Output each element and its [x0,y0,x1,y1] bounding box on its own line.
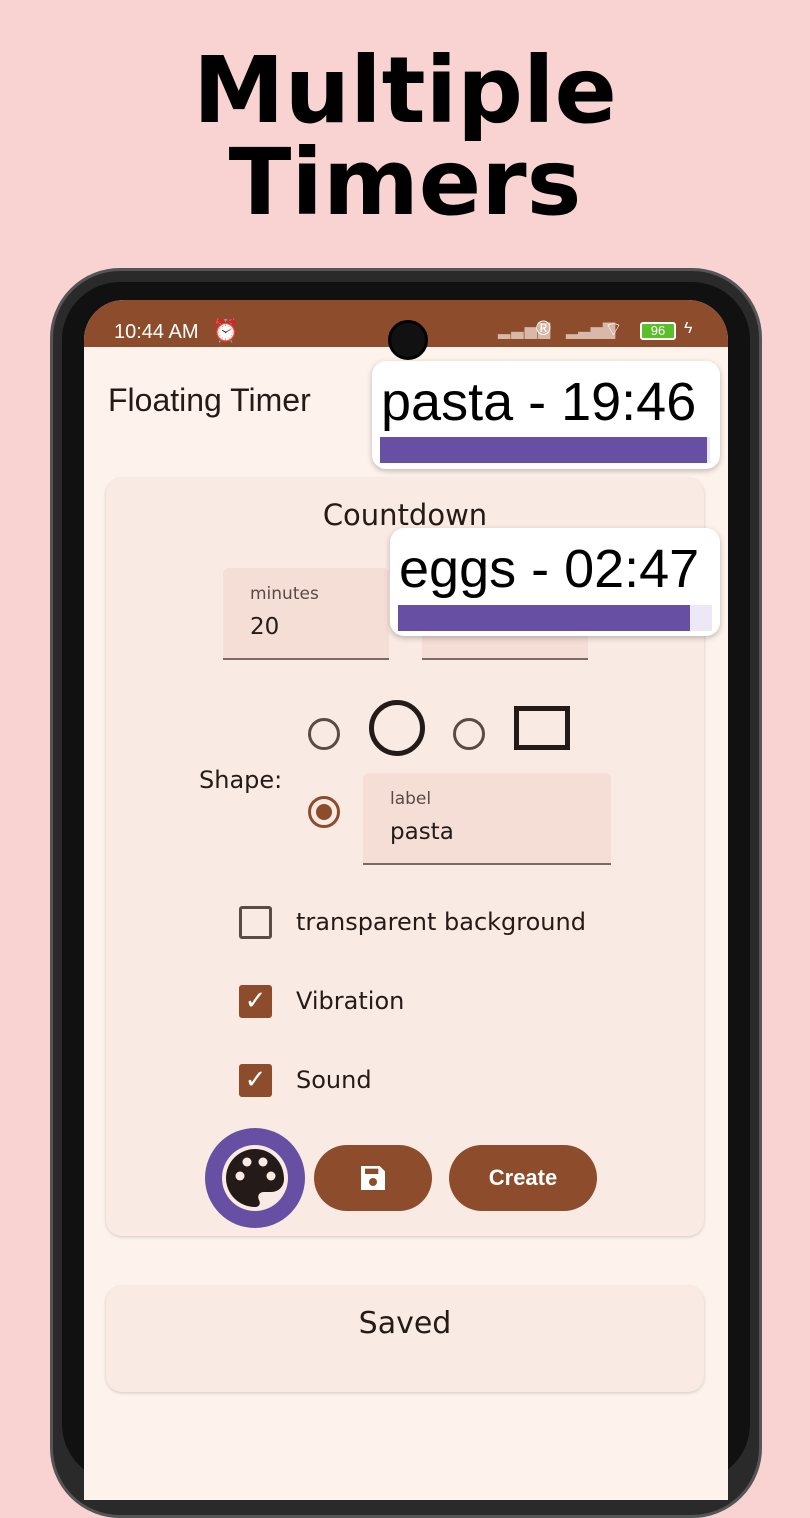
headline: Multiple Timers [0,45,810,229]
label-field-label: label [390,789,432,809]
sound-checkbox[interactable]: ✓ [239,1064,272,1097]
camera-cutout [388,320,428,360]
charging-icon: ϟ [684,320,693,337]
app-title: Floating Timer [108,382,311,418]
minutes-label: minutes [250,584,319,604]
rectangle-shape-icon [514,706,570,750]
shape-circle-radio[interactable] [308,718,340,750]
floating-timer-pasta[interactable]: pasta - 19:46 [372,361,720,469]
saved-title: Saved [358,1306,452,1341]
screen: 10:44 AM ⏰ ▂▃▅▇ ® ▂▃▅▇ ⌔ 96 ϟ Floating T… [84,300,728,1500]
headline-line1: Multiple [193,37,617,144]
floating-timer-text: pasta - 19:46 [381,372,697,432]
sound-label: Sound [296,1066,372,1094]
progress-bar [398,605,712,631]
wifi-icon: ⌔ [604,319,623,341]
headline-line2: Timers [228,129,582,236]
vibration-label: Vibration [296,987,405,1015]
shape-label: Shape: [199,766,283,794]
floating-timer-eggs[interactable]: eggs - 02:47 [390,528,720,636]
save-icon [361,1166,385,1190]
roaming-icon: ® [536,318,551,340]
shape-label-radio[interactable] [308,796,340,828]
transparent-background-checkbox[interactable] [239,906,272,939]
progress-fill [380,437,707,463]
battery-icon: 96 [640,322,676,340]
shape-rectangle-radio[interactable] [453,718,485,750]
label-input[interactable]: label pasta [363,773,611,865]
label-field-value: pasta [390,819,454,845]
status-time: 10:44 AM [114,321,199,343]
create-button[interactable]: Create [449,1145,597,1211]
color-picker-button[interactable] [205,1128,305,1228]
save-button[interactable] [314,1145,432,1211]
floating-timer-text: eggs - 02:47 [399,539,700,599]
radio-selected-dot [316,804,332,820]
alarm-icon: ⏰ [212,318,240,343]
progress-bar [380,437,710,463]
minutes-input[interactable]: minutes 20 [223,568,389,660]
saved-card[interactable]: Saved [106,1286,704,1392]
transparent-background-label: transparent background [296,908,586,936]
progress-fill [398,605,691,631]
countdown-title: Countdown [322,498,488,532]
vibration-checkbox[interactable]: ✓ [239,985,272,1018]
minutes-value: 20 [250,614,280,640]
palette-icon [222,1145,288,1211]
circle-shape-icon [369,700,425,756]
